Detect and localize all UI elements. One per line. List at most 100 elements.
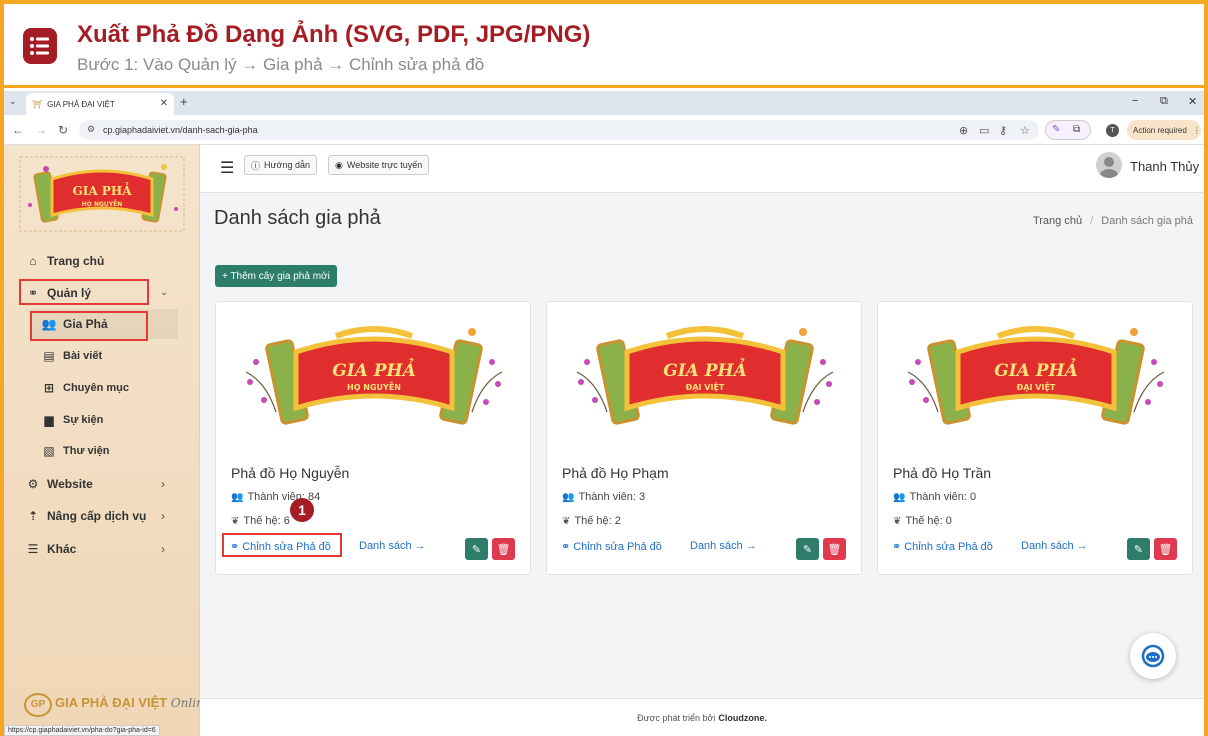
breadcrumb: Trang chủ / Danh sách gia phả — [1033, 215, 1193, 227]
globe-icon: ◉ — [335, 159, 343, 170]
edit-icon: ✎ — [802, 543, 813, 556]
main-content: ☰ ⓘ Hướng dẫn ◉ Website trực tuyến Thanh… — [200, 145, 1204, 736]
logo-text-main: GIA PHẢ — [72, 181, 132, 198]
users-icon: 👥 — [231, 492, 244, 503]
sidebar-item-website[interactable]: ⚙ Website — [24, 472, 93, 496]
chat-support-button[interactable] — [1130, 633, 1176, 679]
family-tree-banner-image: GIA PHẢ ĐẠI VIỆT — [576, 326, 834, 425]
sidebar-item-label: Khác — [47, 542, 77, 556]
trash-icon: 🗑 — [496, 543, 511, 556]
minimize-button[interactable]: − — [1132, 95, 1138, 107]
reload-icon[interactable]: ↻ — [58, 123, 68, 137]
highlight-edit-link — [222, 533, 342, 557]
sidebar-item-home[interactable]: ⌂ Trang chủ — [24, 249, 104, 273]
close-window-button[interactable]: ✕ — [1188, 95, 1197, 108]
tab-title: GIA PHẢ ĐẠI VIỆT — [47, 99, 115, 109]
sidebar-item-other[interactable]: ☰ Khác — [24, 537, 77, 561]
url-bar[interactable]: ⚙ cp.giaphadaiviet.vn/danh-sach-gia-pha … — [79, 120, 1039, 140]
chevron-down-icon[interactable]: ⌄ — [160, 287, 168, 298]
family-tree-logo: GIA PHẢ HỌ NGUYỄN — [19, 156, 185, 232]
member-list-link[interactable]: Danh sách → — [1021, 540, 1088, 552]
sidebar-item-events[interactable]: ▆ Sự kiện — [40, 408, 103, 432]
edit-icon: ✎ — [471, 543, 482, 556]
add-family-tree-button[interactable]: + Thêm cây gia phả mới — [215, 265, 337, 287]
users-icon: 👥 — [893, 492, 906, 503]
sidebar-item-upgrade[interactable]: ⇡ Nâng cấp dịch vụ — [24, 504, 146, 528]
card-generations: ❦ Thế hệ: 0 — [893, 515, 952, 527]
key-icon[interactable]: ⚷ — [999, 124, 1007, 137]
back-icon[interactable]: ← — [12, 123, 24, 137]
trash-icon: 🗑 — [827, 543, 842, 556]
action-required-button[interactable]: Action required ⋮ — [1127, 120, 1201, 140]
edit-family-tree-link[interactable]: ⚭ Chỉnh sửa Phả đồ — [892, 540, 993, 553]
edit-family-tree-link[interactable]: ⚭ Chỉnh sửa Phả đồ — [561, 540, 662, 553]
edit-link-label: Chỉnh sửa Phả đồ — [573, 541, 662, 553]
chevron-right-icon[interactable]: › — [161, 477, 165, 491]
footer-logo: GP GIA PHẢ ĐẠI VIỆT Online — [24, 693, 211, 717]
browser-addressbar: ← → ↻ ⚙ cp.giaphadaiviet.vn/danh-sach-gi… — [4, 115, 1204, 145]
tab-list-icon[interactable]: ⌄ — [9, 96, 17, 107]
logo-text-sub: HỌ NGUYỄN — [82, 200, 123, 208]
website-label: Website trực tuyến — [346, 160, 423, 170]
leaf-icon: ❦ — [562, 516, 571, 527]
pen-extension-icon[interactable]: ✎ — [1052, 124, 1060, 135]
chevron-right-icon[interactable]: › — [161, 542, 165, 556]
delete-card-button[interactable]: 🗑 — [1154, 538, 1177, 560]
member-list-link[interactable]: Danh sách → — [359, 540, 426, 552]
sidebar-item-categories[interactable]: ⊞ Chuyên mục — [40, 376, 129, 400]
calendar-icon: ▆ — [44, 413, 54, 427]
images-icon: ▧ — [43, 444, 55, 458]
card-generations: ❦ Thế hệ: 6 — [231, 515, 290, 527]
banner-title: Xuất Phả Đồ Dạng Ảnh (SVG, PDF, JPG/PNG) — [77, 21, 591, 48]
zoom-icon[interactable]: ⊕ — [959, 124, 968, 137]
chevron-right-icon[interactable]: › — [161, 509, 165, 523]
more-vert-icon: ⋮ — [1192, 125, 1201, 135]
forward-icon[interactable]: → — [35, 123, 47, 137]
guide-button[interactable]: ⓘ Hướng dẫn — [244, 155, 317, 175]
banner-text-main: GIA PHẢ — [663, 358, 747, 381]
edit-card-button[interactable]: ✎ — [465, 538, 488, 560]
edit-card-button[interactable]: ✎ — [796, 538, 819, 560]
profile-avatar[interactable]: T — [1106, 124, 1119, 137]
site-info-icon[interactable]: ⚙ — [87, 124, 95, 135]
new-tab-button[interactable]: + — [180, 94, 188, 109]
upgrade-icon: ⇡ — [27, 509, 39, 523]
card-members: 👥 Thành viên: 0 — [893, 491, 976, 503]
edit-card-button[interactable]: ✎ — [1127, 538, 1150, 560]
user-avatar[interactable] — [1096, 152, 1122, 178]
family-tree-banner-image: GIA PHẢ HỌ NGUYỄN — [245, 326, 503, 425]
delete-card-button[interactable]: 🗑 — [823, 538, 846, 560]
breadcrumb-home[interactable]: Trang chủ — [1033, 215, 1082, 227]
tab-close-icon[interactable]: ✕ — [160, 98, 168, 109]
cast-icon[interactable]: ▭ — [979, 124, 989, 137]
members-text: Thành viên: 3 — [578, 491, 646, 503]
puzzle-extension-icon[interactable]: ⧉ — [1073, 124, 1080, 135]
footer-brand[interactable]: Cloudzone. — [718, 713, 767, 723]
sidebar-item-posts[interactable]: ▤ Bài viết — [40, 344, 102, 368]
grid-icon: ⊞ — [43, 381, 55, 395]
delete-card-button[interactable]: 🗑 — [492, 538, 515, 560]
breadcrumb-separator: / — [1090, 215, 1094, 227]
sidebar-item-label: Chuyên mục — [63, 382, 130, 394]
family-tree-card: GIA PHẢ ĐẠI VIỆT Phả đồ Họ Trần 👥 Thành v… — [877, 301, 1193, 575]
gear-icon: ⚙ — [27, 477, 39, 491]
status-bar-url: https://cp.giaphadaiviet.vn/pha-do?gia-p… — [4, 725, 160, 736]
browser-tab[interactable]: ⛩ GIA PHẢ ĐẠI VIỆT ✕ — [26, 93, 174, 115]
list-icon: ☰ — [27, 542, 39, 556]
hamburger-menu-icon[interactable]: ☰ — [220, 158, 234, 178]
page-footer: Được phát triển bởi Cloudzone. — [200, 698, 1204, 736]
top-navbar: ☰ ⓘ Hướng dẫn ◉ Website trực tuyến Thanh… — [200, 145, 1204, 193]
extensions-group[interactable]: ✎ ⧉ — [1045, 120, 1091, 140]
gp-logo-icon: GP — [24, 693, 52, 717]
sidebar-item-library[interactable]: ▧ Thư viện — [40, 439, 109, 463]
bookmark-star-icon[interactable]: ☆ — [1020, 124, 1030, 137]
maximize-button[interactable]: ⧉ — [1160, 95, 1168, 108]
highlight-family-tree — [30, 311, 148, 341]
website-online-button[interactable]: ◉ Website trực tuyến — [328, 155, 430, 175]
user-name[interactable]: Thanh Thủy — [1130, 159, 1199, 174]
family-tree-banner-image: GIA PHẢ ĐẠI VIỆT — [907, 326, 1165, 425]
sidebar-item-label: Bài viết — [63, 350, 103, 362]
member-list-link[interactable]: Danh sách → — [690, 540, 757, 552]
newspaper-icon: ▤ — [43, 349, 55, 363]
action-required-label: Action required — [1133, 125, 1187, 135]
